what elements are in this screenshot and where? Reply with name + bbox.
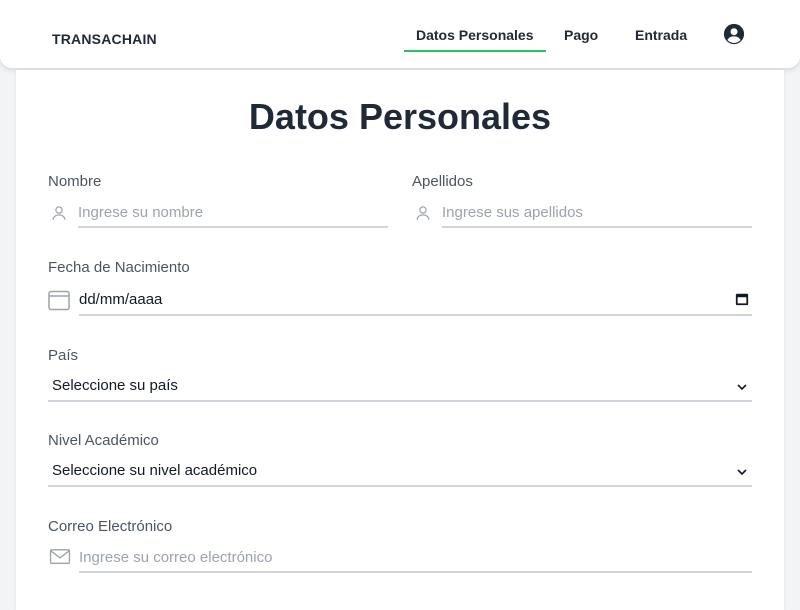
nivel-academico-select[interactable]: Seleccione su nivel académico	[48, 459, 752, 487]
user-account-icon[interactable]	[723, 23, 745, 45]
mail-icon	[49, 549, 71, 564]
user-icon	[416, 206, 430, 220]
fecha-nacimiento-label: Fecha de Nacimiento	[48, 259, 190, 276]
pais-label: País	[48, 347, 79, 364]
apellidos-label: Apellidos	[412, 173, 473, 190]
correo-label: Correo Electrónico	[48, 518, 173, 535]
nivel-academico-selected-value: Seleccione su nivel académico	[52, 462, 258, 479]
chevron-down-icon	[737, 469, 747, 476]
nivel-academico-label: Nivel Académico	[48, 432, 159, 449]
correo-input[interactable]	[79, 547, 752, 573]
nav-tab-entrada[interactable]: Entrada	[635, 27, 687, 43]
pais-select[interactable]: Seleccione su país	[48, 374, 752, 402]
calendar-picker-icon[interactable]	[735, 292, 749, 306]
fecha-nacimiento-input[interactable]: dd/mm/aaaa	[79, 288, 752, 316]
page-title: Datos Personales	[248, 96, 552, 137]
apellidos-input[interactable]	[442, 202, 752, 228]
nav-tab-datos-personales[interactable]: Datos Personales	[404, 27, 545, 52]
chevron-down-icon	[737, 384, 747, 391]
nombre-label: Nombre	[48, 173, 102, 190]
nav-tab-pago[interactable]: Pago	[564, 27, 598, 43]
form-card: Datos Personales Nombre Apellidos Fecha …	[16, 70, 784, 610]
nombre-input[interactable]	[78, 202, 388, 228]
brand-logo[interactable]: TRANSACHAIN	[52, 31, 157, 47]
pais-selected-value: Seleccione su país	[52, 377, 178, 394]
calendar-icon	[48, 290, 70, 311]
fecha-nacimiento-value: dd/mm/aaaa	[79, 291, 163, 308]
top-navbar: TRANSACHAIN Datos Personales Pago Entrad…	[0, 0, 800, 68]
user-icon	[52, 206, 66, 220]
